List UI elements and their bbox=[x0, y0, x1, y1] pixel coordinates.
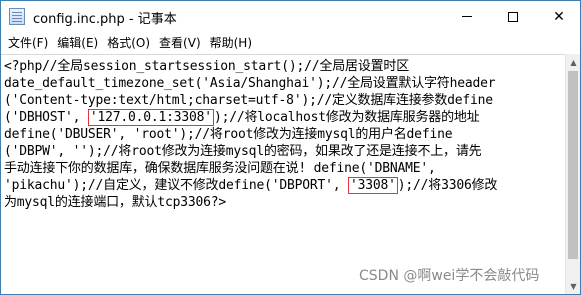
code-line: 为mysql的连接端口，默认tcp3306?> bbox=[4, 195, 226, 210]
code-line: ('Content-type:text/html;charset=utf-8')… bbox=[4, 93, 493, 108]
menu-edit[interactable]: 编辑(E) bbox=[53, 33, 102, 53]
menu-file[interactable]: 文件(F) bbox=[4, 33, 52, 53]
window-title: config.inc.php - 记事本 bbox=[33, 12, 177, 27]
code-line: define('DBUSER', 'root');//将root修改为连接mys… bbox=[4, 127, 453, 142]
scroll-down-icon[interactable]: ▼ bbox=[566, 278, 580, 294]
vertical-scrollbar[interactable]: ▲ ▼ bbox=[565, 54, 580, 294]
csdn-watermark: CSDN @啊wei学不会敲代码 bbox=[359, 268, 540, 284]
code-line: 手动连接下你的数据库，确保数据库服务没问题在说! define('DBNAME'… bbox=[4, 161, 436, 176]
scroll-thumb[interactable] bbox=[568, 71, 578, 259]
notepad-icon bbox=[9, 8, 25, 25]
code-segment: );//将3306修改 bbox=[397, 178, 498, 193]
scroll-up-icon[interactable]: ▲ bbox=[566, 54, 580, 70]
highlighted-host-value: '127.0.0.1:3308' bbox=[87, 109, 214, 126]
text-editor[interactable]: <?php//全局session_startsession_start();//… bbox=[1, 54, 565, 294]
menu-bar: 文件(F) 编辑(E) 格式(O) 查看(V) 帮助(H) bbox=[1, 32, 580, 54]
code-line: date_default_timezone_set('Asia/Shanghai… bbox=[4, 76, 496, 91]
close-icon: ✕ bbox=[553, 8, 565, 25]
code-line: <?php//全局session_startsession_start();//… bbox=[4, 59, 410, 74]
file-content: <?php//全局session_startsession_start();//… bbox=[4, 58, 564, 211]
code-line: 'pikachu');//自定义，建议不修改define('DBPORT', '… bbox=[4, 177, 564, 194]
minimize-button[interactable] bbox=[444, 1, 490, 32]
maximize-icon bbox=[508, 11, 518, 22]
highlighted-port-value: '3308' bbox=[348, 177, 398, 194]
code-line: ('DBPW', '');//将root修改为连接mysql的密码，如果改了还是… bbox=[4, 144, 482, 159]
notepad-window: config.inc.php - 记事本 ✕ 文件(F) 编辑(E) 格式(O)… bbox=[0, 0, 581, 295]
minimize-icon bbox=[462, 16, 472, 17]
code-segment: ('DBHOST', bbox=[4, 110, 88, 125]
menu-help[interactable]: 帮助(H) bbox=[206, 33, 256, 53]
menu-format[interactable]: 格式(O) bbox=[103, 33, 154, 53]
menu-view[interactable]: 查看(V) bbox=[155, 33, 205, 53]
title-bar[interactable]: config.inc.php - 记事本 ✕ bbox=[1, 1, 580, 32]
close-button[interactable]: ✕ bbox=[536, 1, 580, 32]
maximize-button[interactable] bbox=[490, 1, 536, 32]
code-segment: );//将localhost修改为数据库服务器的地址 bbox=[213, 110, 480, 125]
code-segment: 'pikachu');//自定义，建议不修改define('DBPORT', bbox=[4, 178, 349, 193]
code-line: ('DBHOST', '127.0.0.1:3308');//将localhos… bbox=[4, 109, 564, 126]
